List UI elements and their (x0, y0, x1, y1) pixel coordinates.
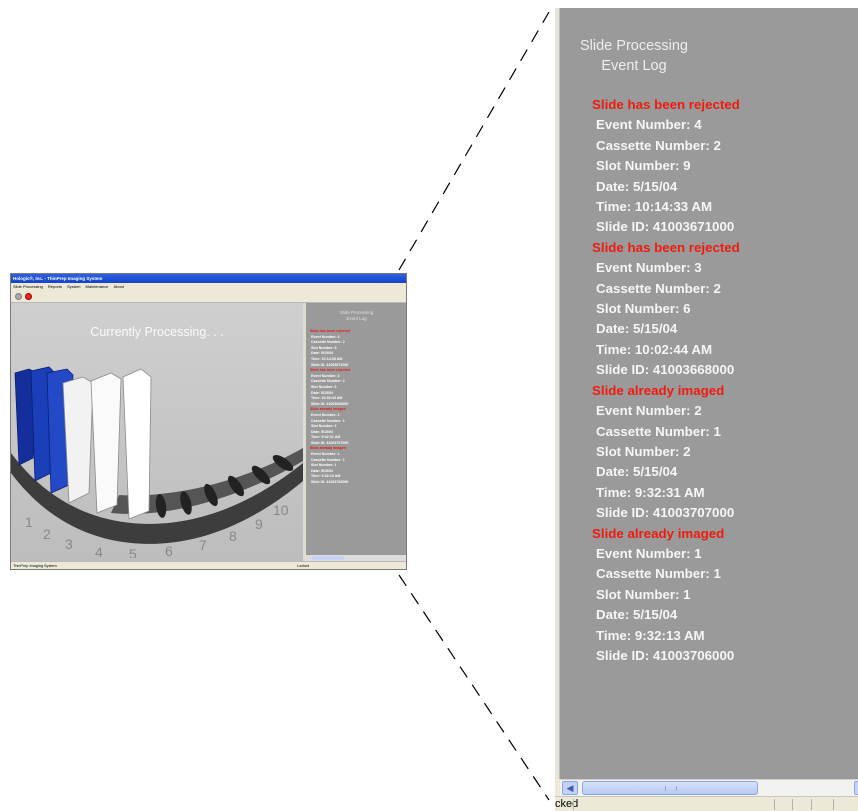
event-heading: Slide already imaged (592, 525, 725, 541)
slot-number-3: 3 (65, 536, 73, 552)
event-number: Event Number: 2 (596, 403, 702, 419)
slide-id: Slide ID: 41003707000 (596, 505, 735, 521)
toolbar (11, 290, 406, 303)
cassette-number: Cassette Number: 1 (596, 566, 721, 582)
event-heading: Slide has been rejected (592, 97, 740, 112)
slide-carousel: 1 2 3 4 5 6 7 8 9 10 (11, 366, 303, 558)
menu-about[interactable]: About (114, 284, 124, 289)
status-bar: ThinPrep Imaging System Locked (11, 561, 406, 569)
slot-number-6: 6 (165, 543, 173, 558)
event-heading: Slide has been rejected (592, 239, 740, 255)
menu-slide-processing[interactable]: Slide Processing (13, 284, 43, 289)
scrollbar-grip-icon (665, 786, 677, 791)
menu-system[interactable]: System (67, 284, 80, 289)
cassette-number: Cassette Number: 2 (596, 280, 721, 296)
event-log-list: Slide has been rejected Event Number: 4 … (592, 95, 740, 666)
slot-number: Slot Number: 2 (596, 443, 691, 459)
statusbar-app-name: ThinPrep Imaging System (13, 564, 57, 568)
cassette-number: Cassette Number: 1 (596, 423, 721, 439)
slide-white (90, 372, 122, 514)
slot-number-8: 8 (229, 528, 237, 544)
zoomed-event-log-panel: Slide Processing Event Log Slide has bee… (555, 8, 858, 811)
slot-number: Slot Number: 1 (596, 586, 691, 602)
slide-id: Slide ID: 41003671000 (596, 219, 735, 235)
horizontal-scrollbar[interactable]: ◀ (560, 779, 858, 796)
processing-view: Currently Processing. . . 1 2 3 4 5 6 7 … (11, 303, 303, 561)
event-time: Time: 10:14:33 AM (596, 199, 713, 215)
slot-number-1: 1 (25, 514, 33, 530)
event-number: Event Number: 3 (596, 260, 702, 276)
slot-number-2: 2 (43, 526, 51, 542)
event-date: Date: 5/15/04 (596, 607, 678, 623)
mini-scrollbar-thumb[interactable] (312, 556, 344, 560)
slot-number: Slot Number: 6 (596, 301, 691, 317)
event-time: Time: 9:32:31 AM (596, 484, 705, 500)
menu-reports[interactable]: Reports (48, 284, 62, 289)
event-date: Date: 5/15/04 (596, 321, 678, 337)
zoom-status-bar: cked (555, 796, 858, 811)
callout-line-bottom (398, 574, 550, 801)
event-date: Date: 5/15/04 (596, 178, 678, 194)
event-date: Date: 5/15/04 (596, 464, 678, 480)
mini-entry-slide-id: Slide ID: 41003706000 (311, 480, 349, 485)
event-number: Event Number: 4 (596, 117, 702, 133)
event-time: Time: 10:02:44 AM (596, 341, 713, 357)
slide-id: Slide ID: 41003668000 (596, 362, 735, 378)
zoom-status-lock-text: cked (555, 798, 579, 810)
processing-status: Currently Processing. . . (90, 325, 224, 339)
slot-number-4: 4 (95, 544, 103, 558)
slot-number-9: 9 (255, 516, 263, 532)
status-separator (833, 799, 834, 810)
zoom-log-area: Slide Processing Event Log Slide has bee… (560, 8, 858, 779)
slot-number-7: 7 (199, 537, 207, 553)
scrollbar-thumb[interactable] (582, 781, 758, 795)
white-slides (62, 368, 152, 520)
statusbar-lock-state: Locked (297, 564, 310, 568)
slot-number-5: 5 (129, 546, 137, 558)
event-time: Time: 9:32:13 AM (596, 627, 705, 643)
callout-line-top (398, 11, 550, 271)
slot-number: Slot Number: 9 (596, 158, 691, 174)
menu-bar: Slide Processing Reports System Maintena… (11, 283, 406, 290)
status-separator (774, 799, 775, 810)
event-log-title-line2: Event Log (601, 58, 667, 74)
app-window: Hologic®, Inc. - ThinPrep Imaging System… (10, 273, 407, 570)
event-number: Event Number: 1 (596, 545, 702, 561)
menu-maintenance[interactable]: Maintenance (86, 284, 109, 289)
mini-title-line2: Event Log (346, 315, 367, 321)
scroll-left-arrow-icon[interactable]: ◀ (562, 781, 578, 795)
status-separator (792, 799, 793, 810)
event-heading: Slide already imaged (592, 382, 725, 398)
scroll-right-arrow-icon[interactable] (854, 781, 858, 795)
cassette-number: Cassette Number: 2 (596, 137, 721, 153)
slot-number-10: 10 (273, 502, 289, 518)
event-log-title-line1: Slide Processing (580, 38, 688, 54)
stop-button[interactable] (25, 293, 32, 300)
status-separator (811, 799, 812, 810)
slide-id: Slide ID: 41003706000 (596, 647, 735, 663)
status-separator (573, 799, 574, 810)
mini-event-log-title: Slide Processing Event Log (306, 310, 406, 321)
pause-button[interactable] (15, 293, 22, 300)
event-log-title: Slide Processing Event Log (560, 36, 708, 76)
window-title: Hologic®, Inc. - ThinPrep Imaging System (11, 274, 406, 283)
mini-event-list: Slide has been rejected Event Number: 4 … (306, 329, 406, 486)
mini-event-log-panel: Slide Processing Event Log Slide has bee… (306, 303, 406, 561)
